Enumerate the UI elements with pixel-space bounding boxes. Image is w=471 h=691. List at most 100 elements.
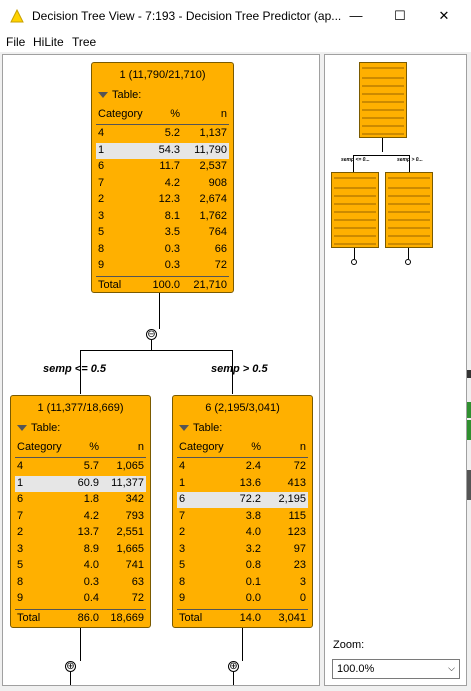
triangle-down-icon [179, 425, 189, 432]
count-cell: 908 [208, 176, 227, 189]
node-title: 1 (11,790/21,710) [119, 69, 206, 81]
percent-cell: 0.4 [83, 592, 99, 604]
category-cell: 4 [179, 460, 186, 472]
percent-cell: 14.0 [239, 611, 261, 624]
category-cell: 1 [179, 476, 186, 489]
percent-cell: 0.1 [245, 575, 261, 588]
menu-file[interactable]: File [6, 35, 25, 49]
count-cell: 72 [293, 460, 306, 472]
overview-node-root[interactable] [359, 62, 407, 138]
count-cell: 1,137 [199, 127, 227, 139]
count-cell: n [137, 441, 144, 453]
table-toggle[interactable]: Table: [179, 422, 222, 434]
percent-cell: 4.2 [83, 509, 99, 522]
total-row: Total 86.0 18,669 [15, 611, 146, 627]
count-cell: 18,669 [110, 611, 144, 624]
count-cell: 1,762 [199, 209, 227, 222]
triangle-down-icon [17, 425, 27, 432]
overview-condition-left: semp <= 0... [341, 157, 370, 163]
count-cell: 63 [131, 575, 144, 588]
table-row: 8 0.1 3 [177, 575, 308, 591]
collapse-toggle-icon[interactable]: ⊖ [146, 329, 157, 340]
header-divider [15, 457, 146, 458]
category-cell: Total [98, 278, 122, 291]
overview-node-left[interactable] [331, 172, 379, 248]
count-cell: 66 [214, 242, 227, 255]
count-cell: 23 [293, 559, 306, 571]
split-condition-right: semp > 0.5 [211, 363, 268, 375]
edge-horizontal [80, 350, 233, 351]
category-cell: Total [179, 611, 203, 624]
percent-cell: 0.3 [164, 259, 180, 271]
close-button[interactable]: ✕ [421, 0, 467, 32]
percent-cell: 100.0 [152, 278, 180, 291]
category-cell: 5 [17, 559, 24, 571]
tree-node-right[interactable]: 6 (2,195/3,041) Table: Category% n 4 2.4 72 1 13… [172, 395, 313, 628]
menu-hilite[interactable]: HiLite [33, 35, 64, 49]
header-divider [96, 124, 229, 125]
table-row: 6 72.2 2,195 [177, 492, 308, 508]
percent-cell: 86.0 [77, 611, 99, 624]
table-row: 2 12.3 2,674 [96, 192, 229, 208]
window-title: Decision Tree View - 7:193 - Decision Tr… [32, 9, 342, 23]
chevron-down-icon: ⌵ [448, 663, 455, 673]
title-bar: Decision Tree View - 7:193 - Decision Tr… [0, 0, 471, 32]
minimize-button[interactable]: — [333, 0, 379, 32]
category-cell: 7 [98, 176, 105, 189]
table-row: 8 0.3 66 [96, 242, 229, 258]
overview-edge-horizontal [353, 155, 409, 156]
table-row: 5 3.5 764 [96, 225, 229, 241]
overview-expand-right-icon[interactable] [405, 259, 411, 265]
percent-cell: 13.6 [239, 476, 261, 489]
category-cell: 8 [98, 242, 105, 255]
count-cell: 11,377 [111, 476, 144, 489]
percent-cell: 8.1 [164, 209, 180, 222]
count-cell: 342 [125, 493, 144, 505]
table-toggle-label: Table: [112, 89, 142, 101]
percent-cell: 54.3 [158, 143, 180, 156]
overview-expand-left-icon[interactable] [351, 259, 357, 265]
percent-cell: 0.0 [245, 592, 261, 604]
count-cell: 764 [208, 226, 227, 238]
count-cell: 115 [288, 509, 306, 522]
zoom-label: Zoom: [333, 639, 365, 651]
zoom-select[interactable]: 100.0% ⌵ [332, 659, 460, 679]
percent-cell: 8.9 [83, 542, 99, 555]
percent-cell: 0.3 [164, 242, 180, 255]
overview-edge-right-down [408, 248, 409, 259]
menu-tree[interactable]: Tree [72, 35, 96, 49]
percent-cell: 5.2 [164, 127, 180, 139]
expand-right-icon[interactable]: ⊕ [228, 661, 239, 672]
table-toggle-label: Table: [193, 422, 223, 434]
tree-canvas[interactable]: 1 (11,790/21,710) Table: Category% n 4 5.2 1,1… [2, 54, 320, 686]
count-cell: 793 [125, 509, 144, 522]
category-cell: 6 [17, 493, 24, 505]
total-row: Total 100.0 21,710 [96, 278, 229, 294]
category-cell: Total [17, 611, 41, 624]
tree-node-root[interactable]: 1 (11,790/21,710) Table: Category% n 4 5.2 1,1… [91, 62, 234, 293]
table-toggle[interactable]: Table: [17, 422, 60, 434]
overview-node-right[interactable] [385, 172, 433, 248]
category-cell: 9 [17, 592, 24, 604]
category-cell: 8 [17, 575, 24, 588]
count-cell: 1,065 [116, 460, 144, 472]
maximize-button[interactable]: ☐ [377, 0, 423, 32]
category-cell: 9 [98, 259, 105, 271]
edge-left-child-stem [70, 672, 71, 685]
count-cell: 21,710 [193, 278, 227, 291]
count-cell: 413 [287, 476, 306, 489]
count-cell: 2,674 [199, 193, 227, 205]
zoom-value: 100.0% [337, 663, 375, 675]
table-row: 1 13.6 413 [177, 476, 308, 492]
tree-node-left[interactable]: 1 (11,377/18,669) Table: Category% n 4 5.7 1,0… [10, 395, 151, 628]
table-row: 2 13.7 2,551 [15, 525, 146, 541]
edge-left-child-down [80, 628, 81, 661]
total-divider [177, 608, 308, 610]
category-cell: 5 [98, 226, 105, 238]
percent-cell: 2.4 [245, 460, 261, 472]
table-toggle[interactable]: Table: [98, 89, 141, 101]
table-row: 8 0.3 63 [15, 575, 146, 591]
overview-edge-root [382, 138, 383, 152]
category-cell: 8 [179, 575, 186, 588]
expand-left-icon[interactable]: ⊕ [65, 661, 76, 672]
